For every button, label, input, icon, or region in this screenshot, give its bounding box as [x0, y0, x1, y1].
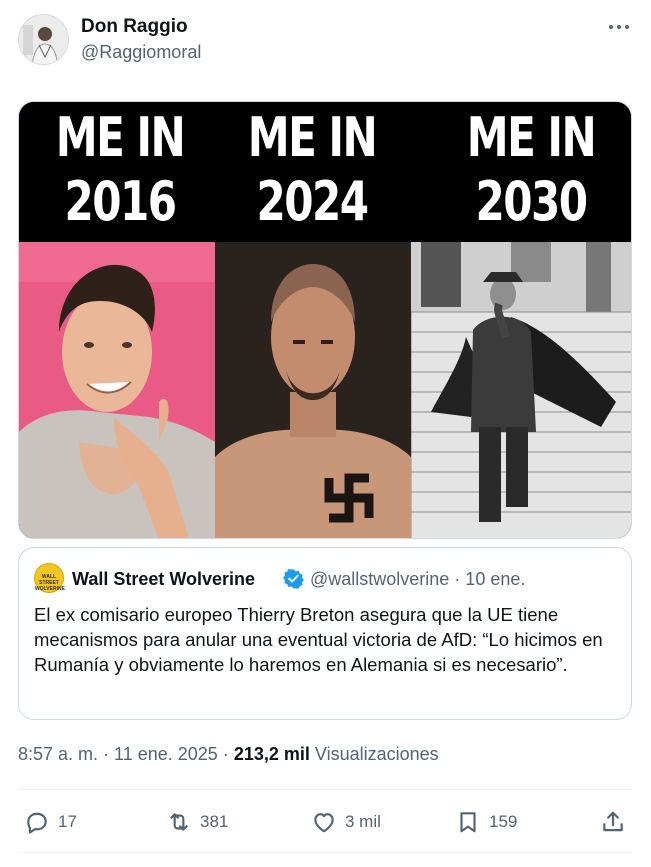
tweet-image[interactable]: ME IN 2016 ME IN 2024 ME IN 2030 [18, 101, 632, 539]
repost-icon [170, 813, 188, 831]
bookmark-button[interactable]: 159 [455, 808, 517, 836]
author-handle[interactable]: @Raggiomoral [81, 42, 201, 63]
repost-button[interactable]: 381 [166, 808, 228, 836]
quoted-tweet-text: El ex comisario europeo Thierry Breton a… [34, 604, 603, 675]
views-label: Visualizaciones [314, 744, 439, 764]
meme-photo-1 [19, 242, 215, 538]
bookmark-icon [460, 812, 476, 833]
tweet-timestamp-views: 8:57 a. m. · 11 ene. 2025 · 213,2 mil Vi… [18, 744, 439, 765]
meme-header: ME IN 2016 ME IN 2024 ME IN 2030 [19, 102, 631, 242]
quoted-author-avatar[interactable]: WALL STREET WOLVERINE [34, 563, 65, 593]
divider-top [18, 789, 632, 790]
share-button[interactable] [600, 808, 626, 836]
verified-badge-icon [283, 568, 304, 589]
quoted-author-handle-date: @wallstwolverine · 10 ene. [310, 569, 526, 589]
tweet-timestamp[interactable]: 8:57 a. m. · 11 ene. 2025 · [18, 744, 234, 764]
heart-icon [314, 813, 334, 833]
author-avatar[interactable] [18, 14, 69, 65]
meme-caption-1: ME IN 2016 [55, 106, 186, 233]
share-icon [603, 811, 623, 832]
meme-photo-3 [411, 242, 631, 538]
views-count: 213,2 mil [233, 744, 310, 764]
bookmark-count: 159 [489, 812, 518, 831]
meme-caption-3: ME IN 2030 [466, 106, 597, 233]
quoted-tweet[interactable]: WALL STREET WOLVERINE Wall Street Wolver… [18, 547, 632, 720]
reply-button[interactable]: 17 [24, 808, 77, 836]
like-count: 3 mil [345, 812, 381, 831]
like-button[interactable]: 3 mil [311, 808, 381, 836]
meme-photo-2 [215, 242, 411, 538]
divider-bottom [18, 852, 632, 853]
meme-caption-2: ME IN 2024 [247, 106, 378, 233]
author-name[interactable]: Don Raggio [81, 16, 188, 38]
quoted-author-name[interactable]: Wall Street Wolverine [72, 569, 255, 590]
reply-count: 17 [58, 812, 77, 831]
repost-count: 381 [200, 812, 229, 831]
reply-icon [27, 812, 47, 834]
more-options-icon[interactable] [607, 17, 631, 37]
